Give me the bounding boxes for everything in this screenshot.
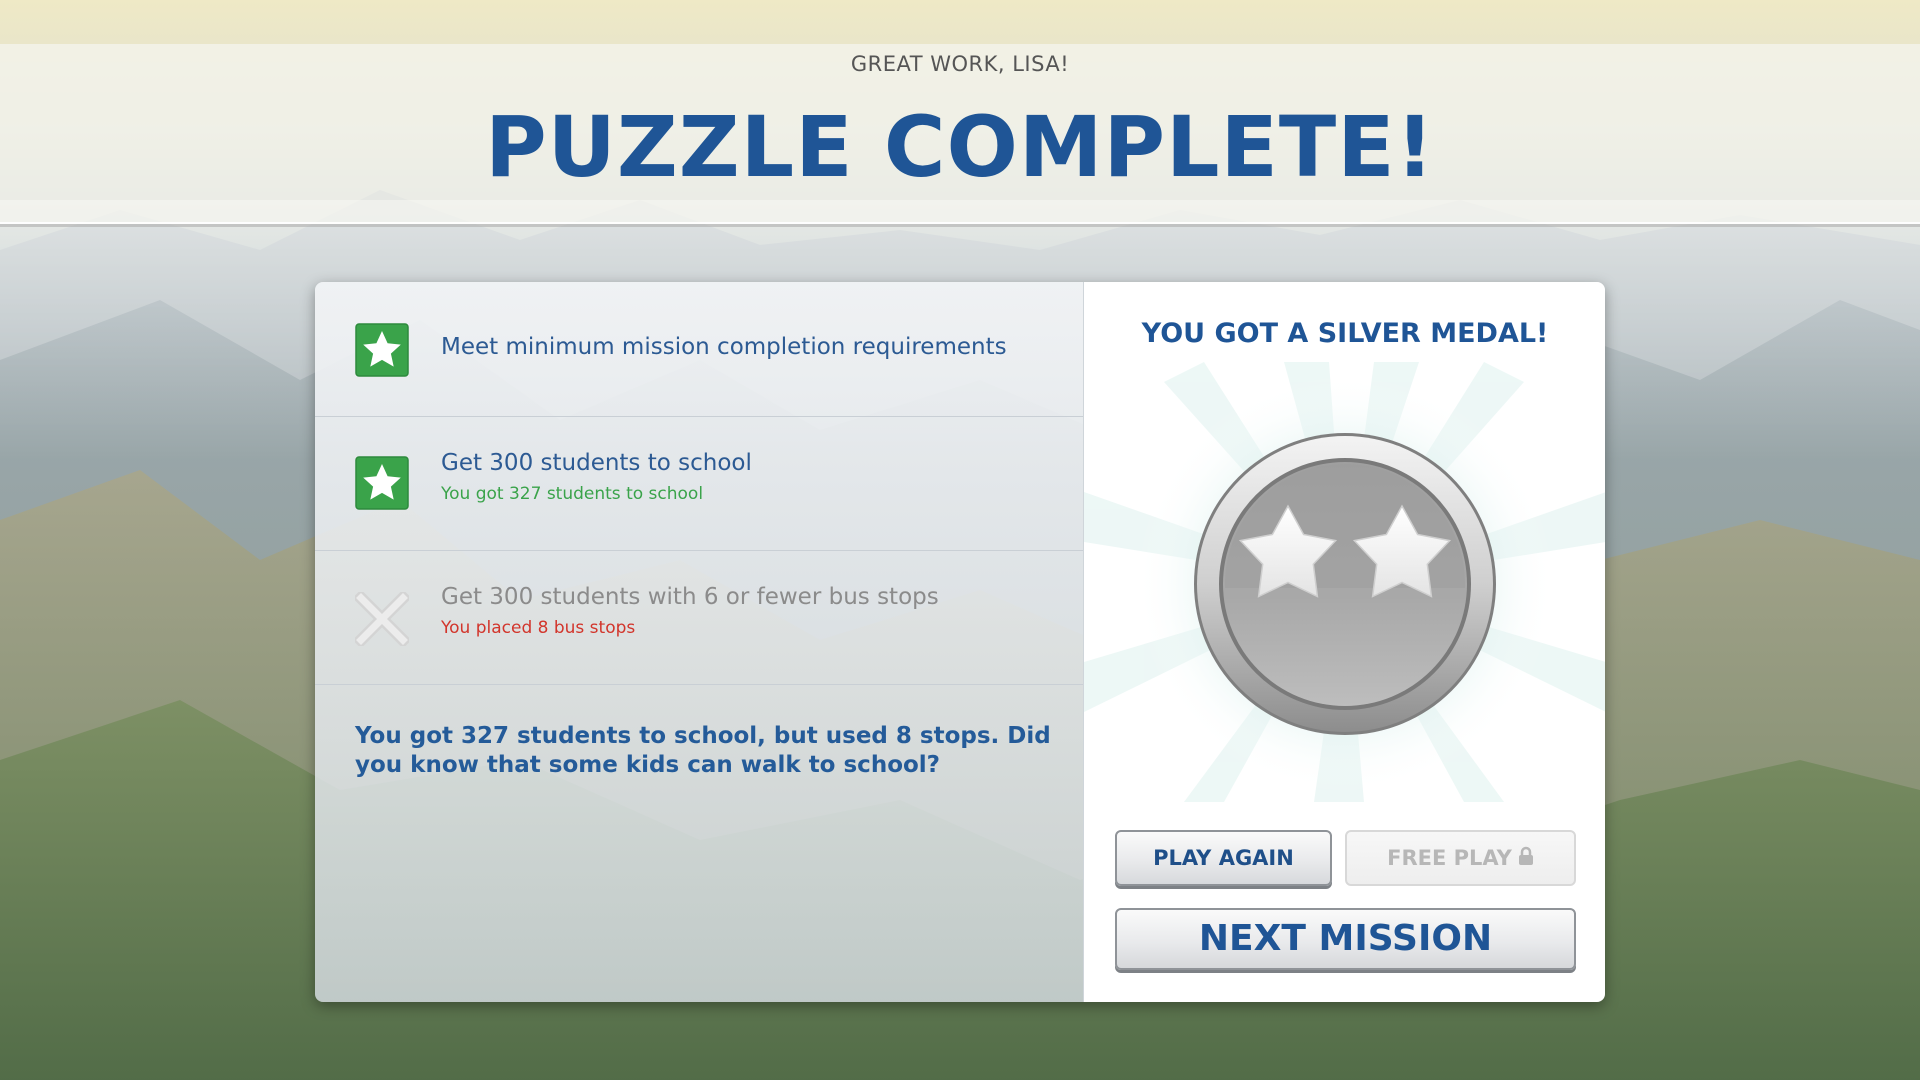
- objective-item: Meet minimum mission completion requirem…: [315, 282, 1083, 417]
- next-mission-button[interactable]: NEXT MISSION: [1115, 908, 1576, 970]
- play-again-button[interactable]: PLAY AGAIN: [1115, 830, 1332, 886]
- objective-item: Get 300 students with 6 or fewer bus sto…: [315, 550, 1083, 685]
- objectives-pane: Meet minimum mission completion requirem…: [315, 282, 1083, 1002]
- results-panel: Meet minimum mission completion requirem…: [315, 282, 1605, 1002]
- objective-title: Get 300 students to school: [441, 450, 752, 476]
- objective-title: Meet minimum mission completion requirem…: [441, 334, 1007, 360]
- silver-medal: [1084, 362, 1605, 802]
- medal-title: YOU GOT A SILVER MEDAL!: [1141, 318, 1549, 349]
- free-play-button[interactable]: FREE PLAY: [1345, 830, 1576, 886]
- feedback-message: You got 327 students to school, but used…: [355, 723, 1051, 778]
- lock-icon: [1518, 846, 1533, 865]
- game-screen: GREAT WORK, LISA! PUZZLE COMPLETE! Meet …: [0, 0, 1920, 1080]
- star-icon: [355, 456, 409, 510]
- objective-result: You placed 8 bus stops: [441, 618, 636, 638]
- objective-result: You got 327 students to school: [441, 484, 704, 504]
- objective-title: Get 300 students with 6 or fewer bus sto…: [441, 584, 939, 610]
- star-icon: [355, 323, 409, 377]
- medal-pane: YOU GOT A SILVER MEDAL! PLAY AGAIN FREE …: [1083, 282, 1605, 1002]
- greeting-text: GREAT WORK, LISA!: [850, 52, 1070, 76]
- page-title: PUZZLE COMPLETE!: [485, 98, 1435, 196]
- x-icon: [355, 592, 409, 646]
- free-play-label: FREE PLAY: [1387, 846, 1512, 870]
- objective-item: Get 300 students to school You got 327 s…: [315, 416, 1083, 551]
